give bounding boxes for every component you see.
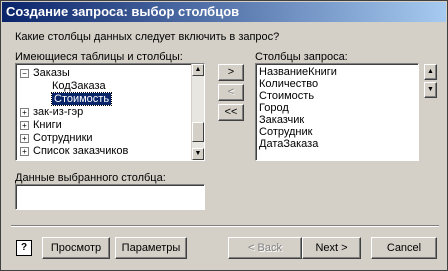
remove-column-button[interactable]: < bbox=[218, 84, 244, 101]
query-column-item[interactable]: Сотрудник bbox=[259, 126, 312, 138]
query-column-item[interactable]: Стоимость bbox=[259, 90, 314, 102]
expand-icon[interactable]: + bbox=[20, 107, 29, 117]
preview-button[interactable]: Просмотр bbox=[42, 237, 110, 259]
tree-item[interactable]: КодЗаказа bbox=[52, 80, 106, 93]
tree-item[interactable]: + Книги bbox=[20, 119, 62, 132]
back-button[interactable]: < Back bbox=[228, 237, 302, 259]
collapse-icon[interactable]: − bbox=[20, 68, 29, 78]
remove-all-columns-button[interactable]: << bbox=[218, 104, 244, 121]
tree-item-label: Стоимость bbox=[50, 92, 113, 106]
tree-item[interactable]: − Заказы bbox=[20, 67, 70, 80]
query-wizard-window: Создание запроса: выбор столбцов Какие с… bbox=[0, 0, 448, 271]
tree-item-label: Заказы bbox=[33, 67, 70, 79]
expand-icon[interactable]: + bbox=[20, 120, 29, 130]
available-columns-tree[interactable]: − Заказы КодЗаказа Стоимость + зак-из-гэр + Кни… bbox=[15, 63, 205, 161]
selected-data-field[interactable] bbox=[15, 184, 205, 210]
move-up-button[interactable]: ▲ bbox=[424, 64, 437, 80]
help-icon[interactable]: ? bbox=[16, 240, 32, 256]
scroll-down-icon[interactable]: ▼ bbox=[192, 148, 204, 160]
next-button[interactable]: Next > bbox=[302, 237, 361, 259]
footer-separator bbox=[11, 225, 439, 227]
wizard-prompt: Какие столбцы данных следует включить в … bbox=[15, 31, 280, 43]
expand-icon[interactable]: + bbox=[20, 146, 29, 156]
available-columns-label: Имеющиеся таблицы и столбцы: bbox=[15, 51, 183, 63]
tree-item[interactable]: + зак-из-гэр bbox=[20, 106, 83, 119]
cancel-button[interactable]: Cancel bbox=[371, 237, 437, 259]
query-column-item[interactable]: НазваниеКниги bbox=[259, 66, 337, 78]
tree-item-label: зак-из-гэр bbox=[33, 106, 84, 118]
query-columns-label: Столбцы запроса: bbox=[255, 51, 348, 63]
tree-item-label: Список заказчиков bbox=[33, 145, 129, 157]
expand-icon[interactable]: + bbox=[20, 133, 29, 143]
scroll-up-icon[interactable]: ▲ bbox=[192, 64, 204, 76]
query-column-item[interactable]: Город bbox=[259, 102, 289, 114]
scroll-thumb[interactable] bbox=[192, 122, 204, 142]
window-title: Создание запроса: выбор столбцов bbox=[2, 2, 446, 22]
move-down-button[interactable]: ▼ bbox=[424, 82, 437, 98]
query-column-item[interactable]: Количество bbox=[259, 78, 318, 90]
tree-item-label: КодЗаказа bbox=[52, 80, 106, 92]
tree-item[interactable]: Стоимость bbox=[50, 92, 113, 106]
tree-item-label: Книги bbox=[33, 119, 62, 131]
query-columns-list[interactable]: НазваниеКниги Количество Стоимость Город Зак… bbox=[255, 63, 419, 161]
options-button[interactable]: Параметры bbox=[115, 237, 187, 259]
tree-item[interactable]: + Список заказчиков bbox=[20, 145, 128, 158]
tree-scrollbar[interactable]: ▲ ▼ bbox=[191, 64, 204, 160]
selected-data-label: Данные выбранного столбца: bbox=[15, 172, 166, 184]
tree-item[interactable]: + Сотрудники bbox=[20, 132, 93, 145]
add-column-button[interactable]: > bbox=[218, 64, 244, 81]
query-column-item[interactable]: ДатаЗаказа bbox=[259, 138, 318, 150]
tree-item-label: Сотрудники bbox=[33, 132, 93, 144]
query-column-item[interactable]: Заказчик bbox=[259, 114, 304, 126]
